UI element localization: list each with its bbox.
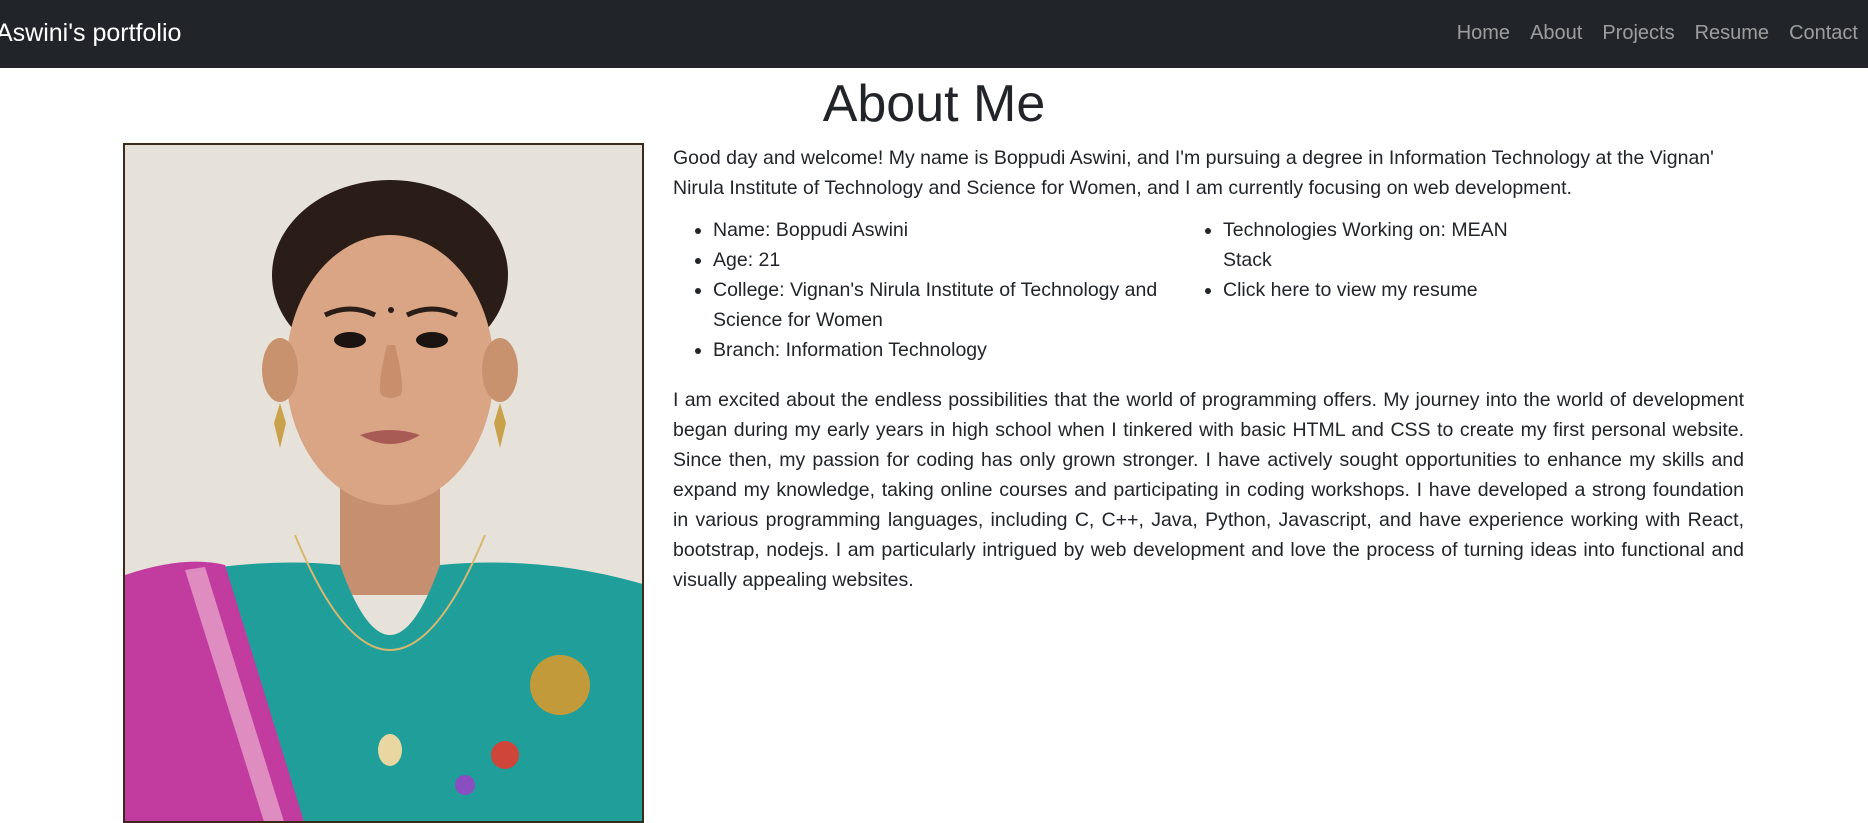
- detail-technologies: Technologies Working on: MEAN Stack: [1223, 215, 1528, 275]
- resume-list-item: Click here to view my resume: [1223, 275, 1528, 305]
- nav-projects[interactable]: Projects: [1602, 20, 1674, 46]
- details-left-column: Name: Boppudi Aswini Age: 21 College: Vi…: [673, 215, 1183, 365]
- resume-link[interactable]: Click here to view my resume: [1223, 279, 1478, 301]
- nav-contact[interactable]: Contact: [1789, 20, 1858, 46]
- bio-paragraph: I am excited about the endless possibili…: [673, 389, 1744, 591]
- nav-about[interactable]: About: [1530, 20, 1582, 46]
- detail-branch: Branch: Information Technology: [713, 335, 1183, 365]
- detail-name: Name: Boppudi Aswini: [713, 215, 1183, 245]
- nav-home[interactable]: Home: [1457, 20, 1510, 46]
- page-title: About Me: [822, 75, 1046, 133]
- brand-link[interactable]: Aswini's portfolio: [0, 17, 181, 49]
- nav-links: Home About Projects Resume Contact: [1457, 20, 1858, 46]
- details-row: Name: Boppudi Aswini Age: 21 College: Vi…: [673, 215, 1744, 365]
- nav-resume[interactable]: Resume: [1695, 20, 1769, 46]
- details-right-column: Technologies Working on: MEAN Stack Clic…: [1183, 215, 1528, 365]
- profile-photo: [123, 143, 644, 823]
- detail-college: College: Vignan's Nirula Institute of Te…: [713, 275, 1183, 335]
- navbar: Aswini's portfolio Home About Projects R…: [0, 0, 1868, 68]
- intro-paragraph: Good day and welcome! My name is Boppudi…: [673, 147, 1714, 199]
- about-content: Good day and welcome! My name is Boppudi…: [673, 143, 1744, 595]
- detail-age: Age: 21: [713, 245, 1183, 275]
